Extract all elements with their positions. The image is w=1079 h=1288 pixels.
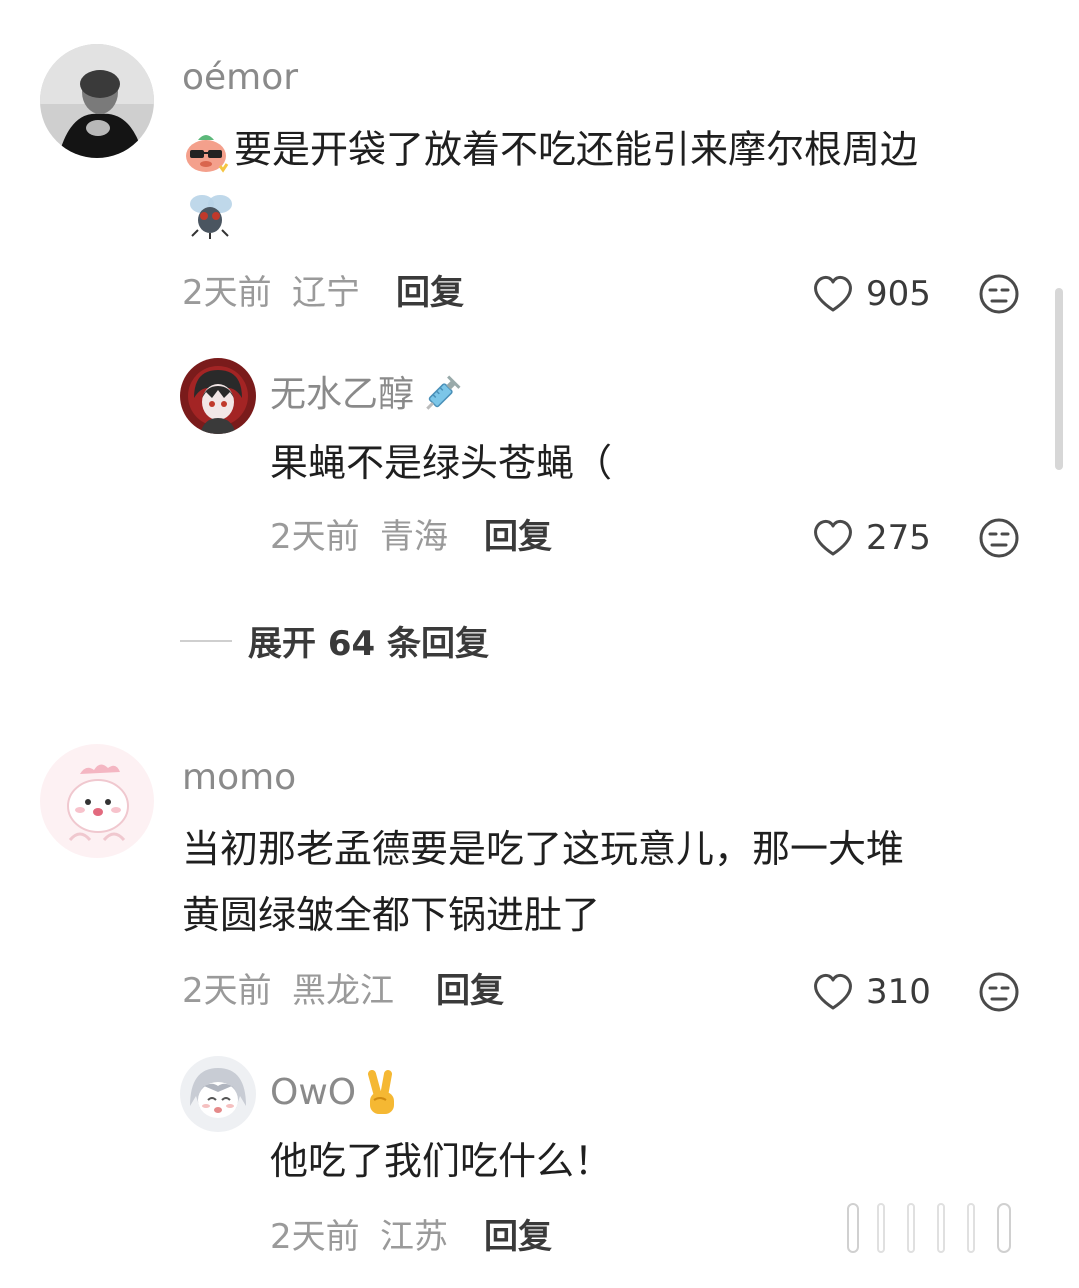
scrollbar[interactable]	[1055, 288, 1063, 470]
dislike-button[interactable]	[978, 971, 1020, 1013]
avatar[interactable]	[40, 744, 154, 858]
username[interactable]: momo	[182, 760, 296, 796]
expand-replies-button[interactable]: 展开 64 条回复	[180, 616, 489, 665]
reply-button[interactable]: 回复	[436, 974, 504, 1008]
neutral-face-icon	[979, 972, 1019, 1012]
username[interactable]: 无水乙醇	[270, 372, 464, 420]
heart-outline-icon	[814, 519, 852, 556]
comment-text: 当初那老孟德要是吃了这玩意儿，那一大堆	[182, 827, 905, 871]
comment-text: 要是开袋了放着不吃还能引来摩尔根周边	[182, 130, 918, 174]
avatar[interactable]	[180, 358, 256, 434]
reply-text: 他吃了我们吃什么！	[270, 1139, 613, 1183]
reply-button[interactable]: 回复	[484, 520, 552, 554]
comment-time: 2天前	[182, 971, 272, 1011]
fly-emoji	[186, 190, 234, 240]
avatar[interactable]	[40, 44, 154, 158]
divider	[180, 639, 232, 642]
reply-time: 2天前	[270, 517, 360, 557]
comment-location: 辽宁	[292, 273, 360, 313]
comment-text-line: 要是开袋了放着不吃还能引来摩尔根周边	[234, 127, 919, 172]
like-count: 275	[866, 518, 931, 558]
cool-pig-emoji	[182, 130, 230, 174]
username[interactable]: OwO	[270, 1070, 404, 1118]
victory-hand-emoji	[360, 1070, 404, 1118]
neutral-face-icon	[979, 274, 1019, 314]
like-count: 310	[866, 972, 931, 1012]
neutral-face-icon	[979, 518, 1019, 558]
heart-outline-icon	[814, 973, 852, 1010]
watermark	[838, 1198, 1028, 1258]
dislike-button[interactable]	[978, 517, 1020, 559]
like-button[interactable]: 275	[812, 516, 931, 560]
expand-replies-label: 展开 64 条回复	[248, 624, 489, 664]
heart-outline-icon	[814, 275, 852, 312]
like-button[interactable]: 310	[812, 970, 931, 1014]
reply-text: 果蝇不是绿头苍蝇（	[270, 441, 613, 485]
reply-time: 2天前	[270, 1217, 360, 1257]
comment-time: 2天前	[182, 273, 272, 313]
syringe-emoji	[416, 372, 464, 420]
avatar[interactable]	[180, 1056, 256, 1132]
like-count: 905	[866, 274, 931, 314]
reply-button[interactable]: 回复	[484, 1220, 552, 1254]
like-button[interactable]: 905	[812, 272, 931, 316]
username[interactable]: oémor	[182, 60, 298, 96]
dislike-button[interactable]	[978, 273, 1020, 315]
comment-text-line-2: 黄圆绿皱全都下锅进肚了	[182, 893, 601, 937]
reply-location: 江苏	[380, 1217, 448, 1257]
reply-location: 青海	[380, 517, 448, 557]
reply-button[interactable]: 回复	[396, 276, 464, 310]
comment-location: 黑龙江	[292, 971, 394, 1011]
